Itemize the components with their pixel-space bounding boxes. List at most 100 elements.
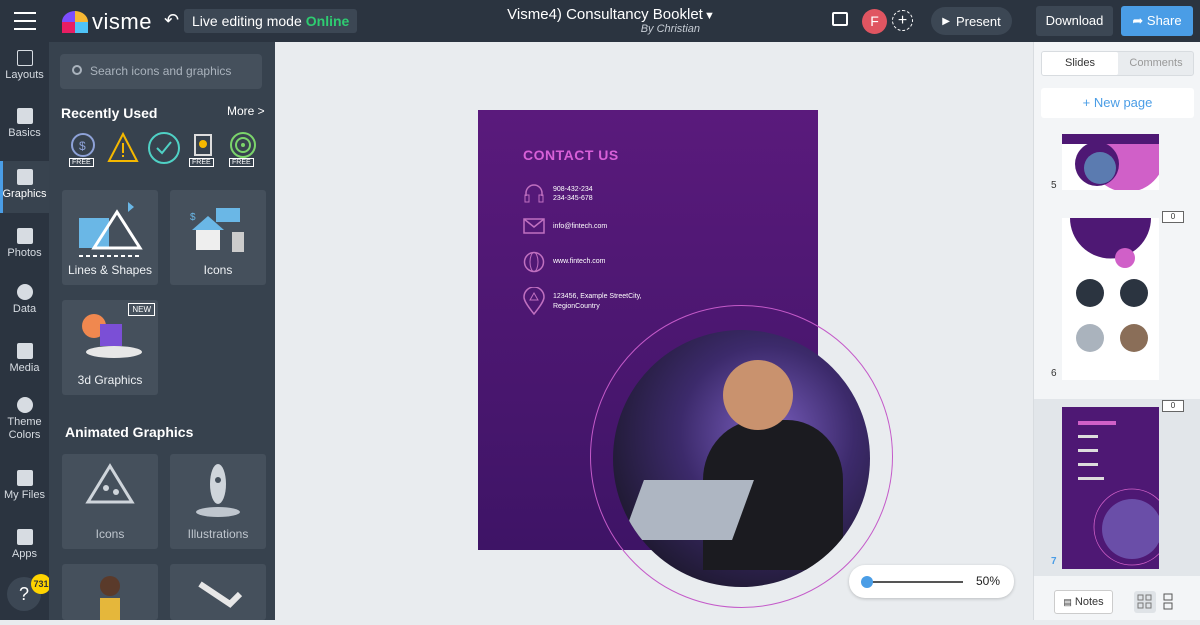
pie-chart-icon — [16, 284, 33, 300]
new-page-button[interactable]: + New page — [1041, 88, 1194, 118]
avatar[interactable]: F — [862, 9, 887, 34]
photo-laptop — [622, 480, 754, 540]
add-collaborator-icon[interactable]: + — [892, 10, 913, 31]
zoom-value: 50% — [975, 574, 1000, 588]
search-icon — [72, 65, 82, 75]
globe-icon[interactable] — [523, 251, 545, 273]
document-author: By Christian — [640, 23, 700, 35]
rail-graphics[interactable]: Graphics — [0, 161, 49, 213]
contact-title[interactable]: CONTACT US — [523, 147, 619, 163]
slide-6-comment-badge[interactable]: 0 — [1162, 211, 1184, 223]
slide-5-preview — [1062, 134, 1159, 190]
slide-7-comment-badge[interactable]: 0 — [1162, 400, 1184, 412]
mode-label: Live editing mode — [192, 13, 302, 29]
graphics-panel: Search icons and graphics Recently Used … — [49, 42, 275, 620]
tile-character[interactable] — [62, 564, 158, 620]
phone-2[interactable]: 234-345-678 — [553, 194, 593, 204]
rail-layouts[interactable]: Layouts — [0, 50, 49, 90]
circular-photo[interactable] — [613, 330, 870, 587]
envelope-icon[interactable] — [523, 218, 545, 234]
rail-media[interactable]: Media — [0, 343, 49, 383]
rail-my-files[interactable]: My Files — [0, 470, 49, 510]
photo-person-head — [723, 360, 793, 430]
tile-animated-icons[interactable]: Icons — [62, 454, 158, 549]
location-pin-icon[interactable] — [523, 287, 545, 315]
canvas-area[interactable]: CONTACT US 908-432-234 234-345-678 info@… — [275, 42, 1020, 620]
top-bar: visme ↶ Live editing mode Online Visme4)… — [0, 0, 1200, 42]
recent-check-icon[interactable] — [147, 131, 180, 167]
menu-icon[interactable] — [14, 12, 36, 30]
share-button[interactable]: ➦ Share — [1121, 6, 1193, 36]
search-input[interactable]: Search icons and graphics — [60, 54, 262, 89]
more-link[interactable]: More > — [227, 104, 265, 118]
tile-label: Icons — [203, 263, 233, 277]
layouts-icon — [16, 50, 33, 66]
new-tag: NEW — [128, 303, 155, 316]
tile-3d-graphics[interactable]: NEW 3d Graphics — [62, 300, 158, 395]
address-line-2[interactable]: RegionCountry — [553, 302, 600, 312]
slide-number-6: 6 — [1051, 368, 1057, 379]
tile-illustrations[interactable]: Illustrations — [170, 454, 266, 549]
zoom-slider-handle[interactable] — [861, 576, 873, 588]
grid-view-button[interactable] — [1134, 591, 1156, 613]
present-label: Present — [955, 13, 1001, 29]
slide-thumbnail-5[interactable] — [1062, 134, 1159, 190]
tab-slides[interactable]: Slides — [1042, 52, 1118, 75]
recent-warning-icon[interactable] — [107, 131, 139, 167]
tab-comments[interactable]: Comments — [1118, 52, 1194, 75]
document-title[interactable]: Visme4) Consultancy Booklet — [470, 6, 740, 23]
graphics-icon — [16, 169, 33, 185]
recent-target-icon[interactable]: FREE — [227, 131, 259, 167]
person-illustration-icon — [100, 576, 120, 620]
play-icon: ▶ — [942, 15, 950, 27]
slide-thumbnail-6[interactable] — [1062, 218, 1159, 380]
media-icon — [16, 343, 33, 359]
rail-apps[interactable]: Apps — [0, 529, 49, 569]
notes-label: Notes — [1074, 596, 1104, 608]
rail-theme-colors[interactable]: Theme Colors — [0, 397, 49, 447]
chat-icon[interactable] — [832, 12, 848, 26]
rail-photos[interactable]: Photos — [0, 228, 49, 268]
hand-illustration-icon — [198, 581, 243, 608]
zoom-control[interactable]: 50% — [849, 565, 1014, 598]
tile-label: Lines & Shapes — [67, 263, 153, 277]
mode-status: Online — [305, 13, 350, 29]
tile-hand[interactable] — [170, 564, 266, 620]
lines-shapes-icon — [79, 202, 143, 257]
animated-graphics-title: Animated Graphics — [65, 424, 194, 440]
rail-data[interactable]: Data — [0, 284, 49, 324]
tile-icons[interactable]: $ Icons — [170, 190, 266, 285]
share-label: Share — [1146, 13, 1182, 28]
address-line-1[interactable]: 123456, Example StreetCity, — [553, 292, 642, 302]
visme-logo[interactable]: visme — [62, 9, 152, 35]
rail-label: Graphics — [2, 188, 47, 200]
svg-text:$: $ — [79, 139, 86, 153]
recent-trophy-icon[interactable]: FREE — [187, 131, 219, 167]
list-view-button[interactable] — [1157, 591, 1179, 613]
live-editing-mode[interactable]: Live editing mode Online — [184, 9, 358, 33]
slide-6-preview — [1070, 218, 1151, 352]
undo-icon[interactable]: ↶ — [164, 10, 179, 31]
svg-text:$: $ — [190, 212, 196, 223]
download-button[interactable]: Download — [1036, 6, 1113, 36]
rail-label: Media — [9, 362, 40, 374]
headphones-icon[interactable] — [523, 182, 545, 204]
email-text[interactable]: info@fintech.com — [553, 222, 607, 232]
notes-button[interactable]: ▤ Notes — [1054, 590, 1113, 614]
slide-number-7: 7 — [1051, 556, 1057, 567]
zoom-slider-track[interactable] — [867, 581, 963, 583]
rail-basics[interactable]: Basics — [0, 108, 49, 152]
free-tag: FREE — [69, 158, 94, 167]
tile-label: Illustrations — [187, 527, 249, 541]
website-text[interactable]: www.fintech.com — [553, 257, 606, 267]
tile-lines-shapes[interactable]: Lines & Shapes — [62, 190, 158, 285]
recent-dollar-gear-icon[interactable]: $ FREE — [67, 131, 99, 167]
apps-icon — [16, 529, 33, 545]
notification-badge: 731 — [31, 574, 51, 594]
present-button[interactable]: ▶ Present — [931, 7, 1012, 35]
list-icon — [1163, 593, 1173, 610]
panel-tabs: Slides Comments — [1041, 51, 1194, 76]
chevron-down-icon[interactable]: ▼ — [704, 10, 715, 22]
slide-thumbnail-7[interactable] — [1062, 407, 1159, 569]
tile-label: Icons — [95, 527, 125, 541]
